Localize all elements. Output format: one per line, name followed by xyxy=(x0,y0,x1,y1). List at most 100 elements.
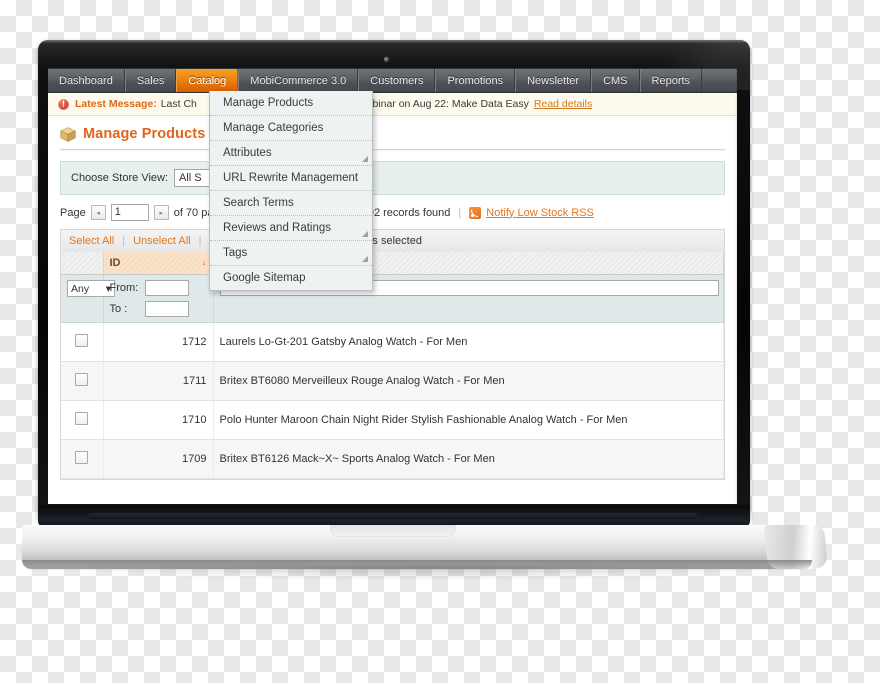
filter-cell-checkbox: Any ▾ xyxy=(61,275,103,323)
filter-from-label: From: xyxy=(110,282,142,294)
row-id: 1709 xyxy=(103,440,213,479)
row-name: Britex BT6126 Mack~X~ Sports Analog Watc… xyxy=(213,440,724,479)
filter-any-label: Any xyxy=(71,283,89,295)
filter-id-to-input[interactable] xyxy=(145,301,189,317)
row-checkbox-cell[interactable] xyxy=(61,323,103,362)
laptop-trackpad-notch xyxy=(330,525,456,537)
nav-label: Promotions xyxy=(447,75,503,87)
store-view-bar: Choose Store View: All S xyxy=(60,161,725,195)
pager-separator-2: | xyxy=(455,207,464,219)
rss-icon xyxy=(469,207,481,219)
nav-label: Sales xyxy=(137,75,165,87)
table-row[interactable]: 1710 Polo Hunter Maroon Chain Night Ride… xyxy=(61,401,724,440)
nav-item-catalog[interactable]: Catalog xyxy=(176,69,238,92)
store-view-label: Choose Store View: xyxy=(71,172,168,184)
pager-row: Page ◂ 1 ▸ of 70 pa | Total 1392 records… xyxy=(60,195,725,229)
row-checkbox[interactable] xyxy=(75,451,88,464)
menu-item-attributes[interactable]: Attributes xyxy=(210,141,372,166)
row-checkbox-cell[interactable] xyxy=(61,440,103,479)
table-body: 1712 Laurels Lo-Gt-201 Gatsby Analog Wat… xyxy=(61,323,724,479)
row-checkbox[interactable] xyxy=(75,373,88,386)
menu-item-label: Tags xyxy=(223,247,247,259)
screen-viewport: Dashboard Sales Catalog MobiCommerce 3.0… xyxy=(48,68,737,504)
table-row[interactable]: 1709 Britex BT6126 Mack~X~ Sports Analog… xyxy=(61,440,724,479)
column-header-checkbox[interactable] xyxy=(61,252,103,275)
nav-label: Reports xyxy=(652,75,691,87)
nav-item-sales[interactable]: Sales xyxy=(125,69,177,92)
filter-cell-id: From: To : xyxy=(103,275,213,323)
nav-item-reports[interactable]: Reports xyxy=(640,69,703,92)
laptop-drop-shadow xyxy=(44,566,804,580)
filter-id-from-input[interactable] xyxy=(145,280,189,296)
screen-right-clip xyxy=(735,68,737,504)
select-all-link[interactable]: Select All xyxy=(69,235,114,247)
page-title: Manage Products xyxy=(83,126,205,142)
message-label: Latest Message: xyxy=(75,98,157,110)
menu-item-label: Attributes xyxy=(223,147,272,159)
select-separator-2: | xyxy=(196,235,205,247)
row-id: 1712 xyxy=(103,323,213,362)
page-header: Manage Products xyxy=(48,116,737,149)
nav-item-customers[interactable]: Customers xyxy=(358,69,435,92)
nav-item-cms[interactable]: CMS xyxy=(591,69,639,92)
menu-item-manage-categories[interactable]: Manage Categories xyxy=(210,116,372,141)
title-divider-light xyxy=(60,150,725,151)
box-icon xyxy=(60,127,76,142)
nav-item-promotions[interactable]: Promotions xyxy=(435,69,515,92)
row-id: 1711 xyxy=(103,362,213,401)
laptop-mockup: Dashboard Sales Catalog MobiCommerce 3.0… xyxy=(0,0,880,683)
nav-item-dashboard[interactable]: Dashboard xyxy=(48,69,125,92)
menu-item-label: Google Sitemap xyxy=(223,272,305,284)
menu-item-label: Reviews and Ratings xyxy=(223,222,331,234)
column-header-id[interactable]: ID ↓ xyxy=(103,252,213,275)
filter-to-label: To : xyxy=(110,303,142,315)
row-checkbox-cell[interactable] xyxy=(61,401,103,440)
select-all-bar: Select All | Unselect All | 0 items sele… xyxy=(60,229,725,252)
row-checkbox-cell[interactable] xyxy=(61,362,103,401)
catalog-dropdown-menu: Manage Products Manage Categories Attrib… xyxy=(209,91,373,291)
row-checkbox[interactable] xyxy=(75,334,88,347)
nav-label: CMS xyxy=(603,75,627,87)
page-content: Manage Products Choose Store View: All S… xyxy=(48,116,737,480)
message-text-left: Last Ch xyxy=(161,98,197,110)
menu-item-reviews-and-ratings[interactable]: Reviews and Ratings xyxy=(210,216,372,241)
read-details-link[interactable]: Read details xyxy=(534,98,592,110)
filter-any-select[interactable]: Any ▾ xyxy=(67,280,115,297)
latest-message-bar: ! Latest Message: Last Ch Webinar on Aug… xyxy=(48,93,737,116)
alert-icon: ! xyxy=(58,99,69,110)
filter-from-row: From: xyxy=(110,280,207,296)
webcam-icon xyxy=(384,57,389,62)
nav-item-newsletter[interactable]: Newsletter xyxy=(515,69,591,92)
menu-item-google-sitemap[interactable]: Google Sitemap xyxy=(210,266,372,290)
menu-item-manage-products[interactable]: Manage Products xyxy=(210,91,372,116)
page-number-input[interactable]: 1 xyxy=(111,204,149,221)
products-table: ID ↓ Name Any ▾ xyxy=(61,252,724,479)
select-separator-1: | xyxy=(119,235,128,247)
menu-item-search-terms[interactable]: Search Terms xyxy=(210,191,372,216)
nav-label: MobiCommerce 3.0 xyxy=(250,75,346,87)
row-checkbox[interactable] xyxy=(75,412,88,425)
main-navigation: Dashboard Sales Catalog MobiCommerce 3.0… xyxy=(48,68,737,93)
table-row[interactable]: 1712 Laurels Lo-Gt-201 Gatsby Analog Wat… xyxy=(61,323,724,362)
page-of-text: of 70 pa xyxy=(174,207,214,219)
lid-top-sheen xyxy=(38,40,750,43)
page-label: Page xyxy=(60,207,86,219)
menu-item-label: Manage Categories xyxy=(223,122,323,134)
menu-item-url-rewrite-management[interactable]: URL Rewrite Management xyxy=(210,166,372,191)
row-name: Laurels Lo-Gt-201 Gatsby Analog Watch - … xyxy=(213,323,724,362)
prev-page-button[interactable]: ◂ xyxy=(91,205,106,220)
nav-label: Customers xyxy=(370,75,423,87)
menu-item-tags[interactable]: Tags xyxy=(210,241,372,266)
menu-item-label: URL Rewrite Management xyxy=(223,172,358,184)
next-page-button[interactable]: ▸ xyxy=(154,205,169,220)
table-header-row: ID ↓ Name xyxy=(61,252,724,275)
filter-to-row: To : xyxy=(110,301,207,317)
unselect-all-link[interactable]: Unselect All xyxy=(133,235,190,247)
table-filter-row: Any ▾ From: xyxy=(61,275,724,323)
nav-item-mobicommerce[interactable]: MobiCommerce 3.0 xyxy=(238,69,358,92)
table-row[interactable]: 1711 Britex BT6080 Merveilleux Rouge Ana… xyxy=(61,362,724,401)
row-name: Britex BT6080 Merveilleux Rouge Analog W… xyxy=(213,362,724,401)
notify-low-stock-rss-link[interactable]: Notify Low Stock RSS xyxy=(486,207,594,219)
nav-label: Catalog xyxy=(188,75,226,87)
menu-item-label: Search Terms xyxy=(223,197,294,209)
